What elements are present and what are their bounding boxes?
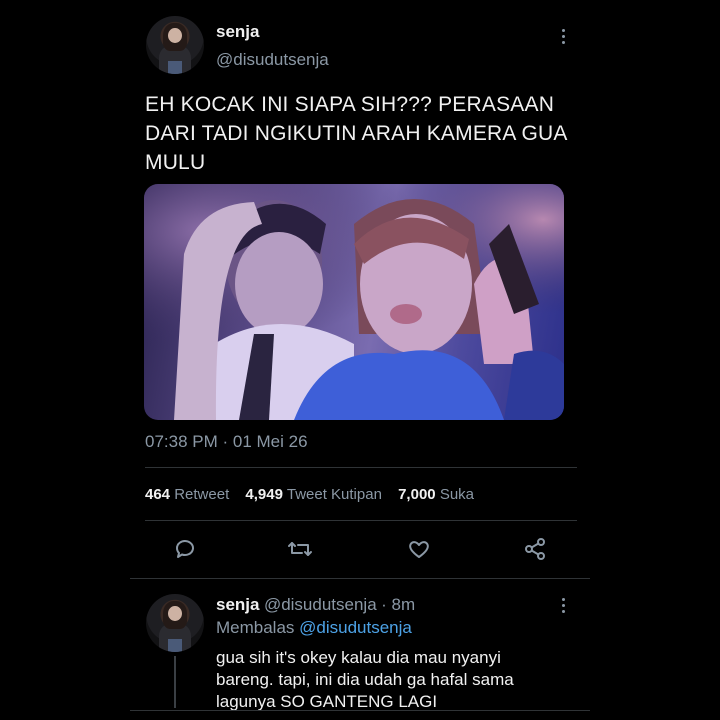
reply-line: gua sih it's okey kalau dia mau nyanyi <box>216 648 501 667</box>
author-handle[interactable]: @disudutsenja <box>216 50 329 70</box>
reply-more-options-icon[interactable] <box>560 598 566 613</box>
reply-line: bareng. tapi, ini dia udah ga hafal sama <box>216 670 514 689</box>
thread-line <box>174 656 176 708</box>
tweet-timestamp[interactable]: 07:38 PM · 01 Mei 26 <box>145 432 308 452</box>
divider <box>130 710 590 711</box>
reply-icon[interactable] <box>173 537 197 561</box>
quote-stat[interactable]: 4,949 Tweet Kutipan <box>245 486 382 503</box>
author-avatar[interactable] <box>146 16 204 74</box>
tweet-text: EH KOCAK INI SIAPA SIH??? PERASAAN DARI … <box>145 93 567 174</box>
share-icon[interactable] <box>523 537 547 561</box>
divider <box>145 467 577 468</box>
replying-to: Membalas @disudutsenja <box>216 618 412 638</box>
quote-label: Tweet Kutipan <box>286 486 382 503</box>
reply-author-name[interactable]: senja <box>216 595 259 614</box>
divider <box>145 520 577 521</box>
like-count: 7,000 <box>398 486 436 503</box>
retweet-label: Retweet <box>174 486 230 503</box>
like-label: Suka <box>439 486 475 503</box>
quote-count: 4,949 <box>245 486 283 503</box>
reply-text: gua sih it's okey kalau dia mau nyanyi b… <box>216 647 576 713</box>
reply-header: senja @disudutsenja · 8m <box>216 595 415 615</box>
reply-author-handle[interactable]: @disudutsenja <box>264 595 377 614</box>
reply-author-avatar[interactable] <box>146 594 204 652</box>
author-name[interactable]: senja <box>216 22 259 42</box>
photo-content <box>144 184 564 420</box>
tweet-actions <box>145 534 577 564</box>
retweet-icon[interactable] <box>287 537 313 561</box>
retweet-count: 464 <box>145 486 171 503</box>
retweet-stat[interactable]: 464 Retweet <box>145 486 229 503</box>
like-icon[interactable] <box>407 537 431 561</box>
more-options-icon[interactable] <box>560 29 566 44</box>
like-stat[interactable]: 7,000 Suka <box>398 486 474 503</box>
replying-prefix: Membalas <box>216 618 295 637</box>
tweet-stats: 464 Retweet 4,949 Tweet Kutipan 7,000 Su… <box>145 486 474 503</box>
reply-time: · 8m <box>381 595 416 614</box>
replying-to-link[interactable]: @disudutsenja <box>299 618 412 637</box>
tweet-photo[interactable] <box>144 184 564 420</box>
divider <box>130 578 590 579</box>
